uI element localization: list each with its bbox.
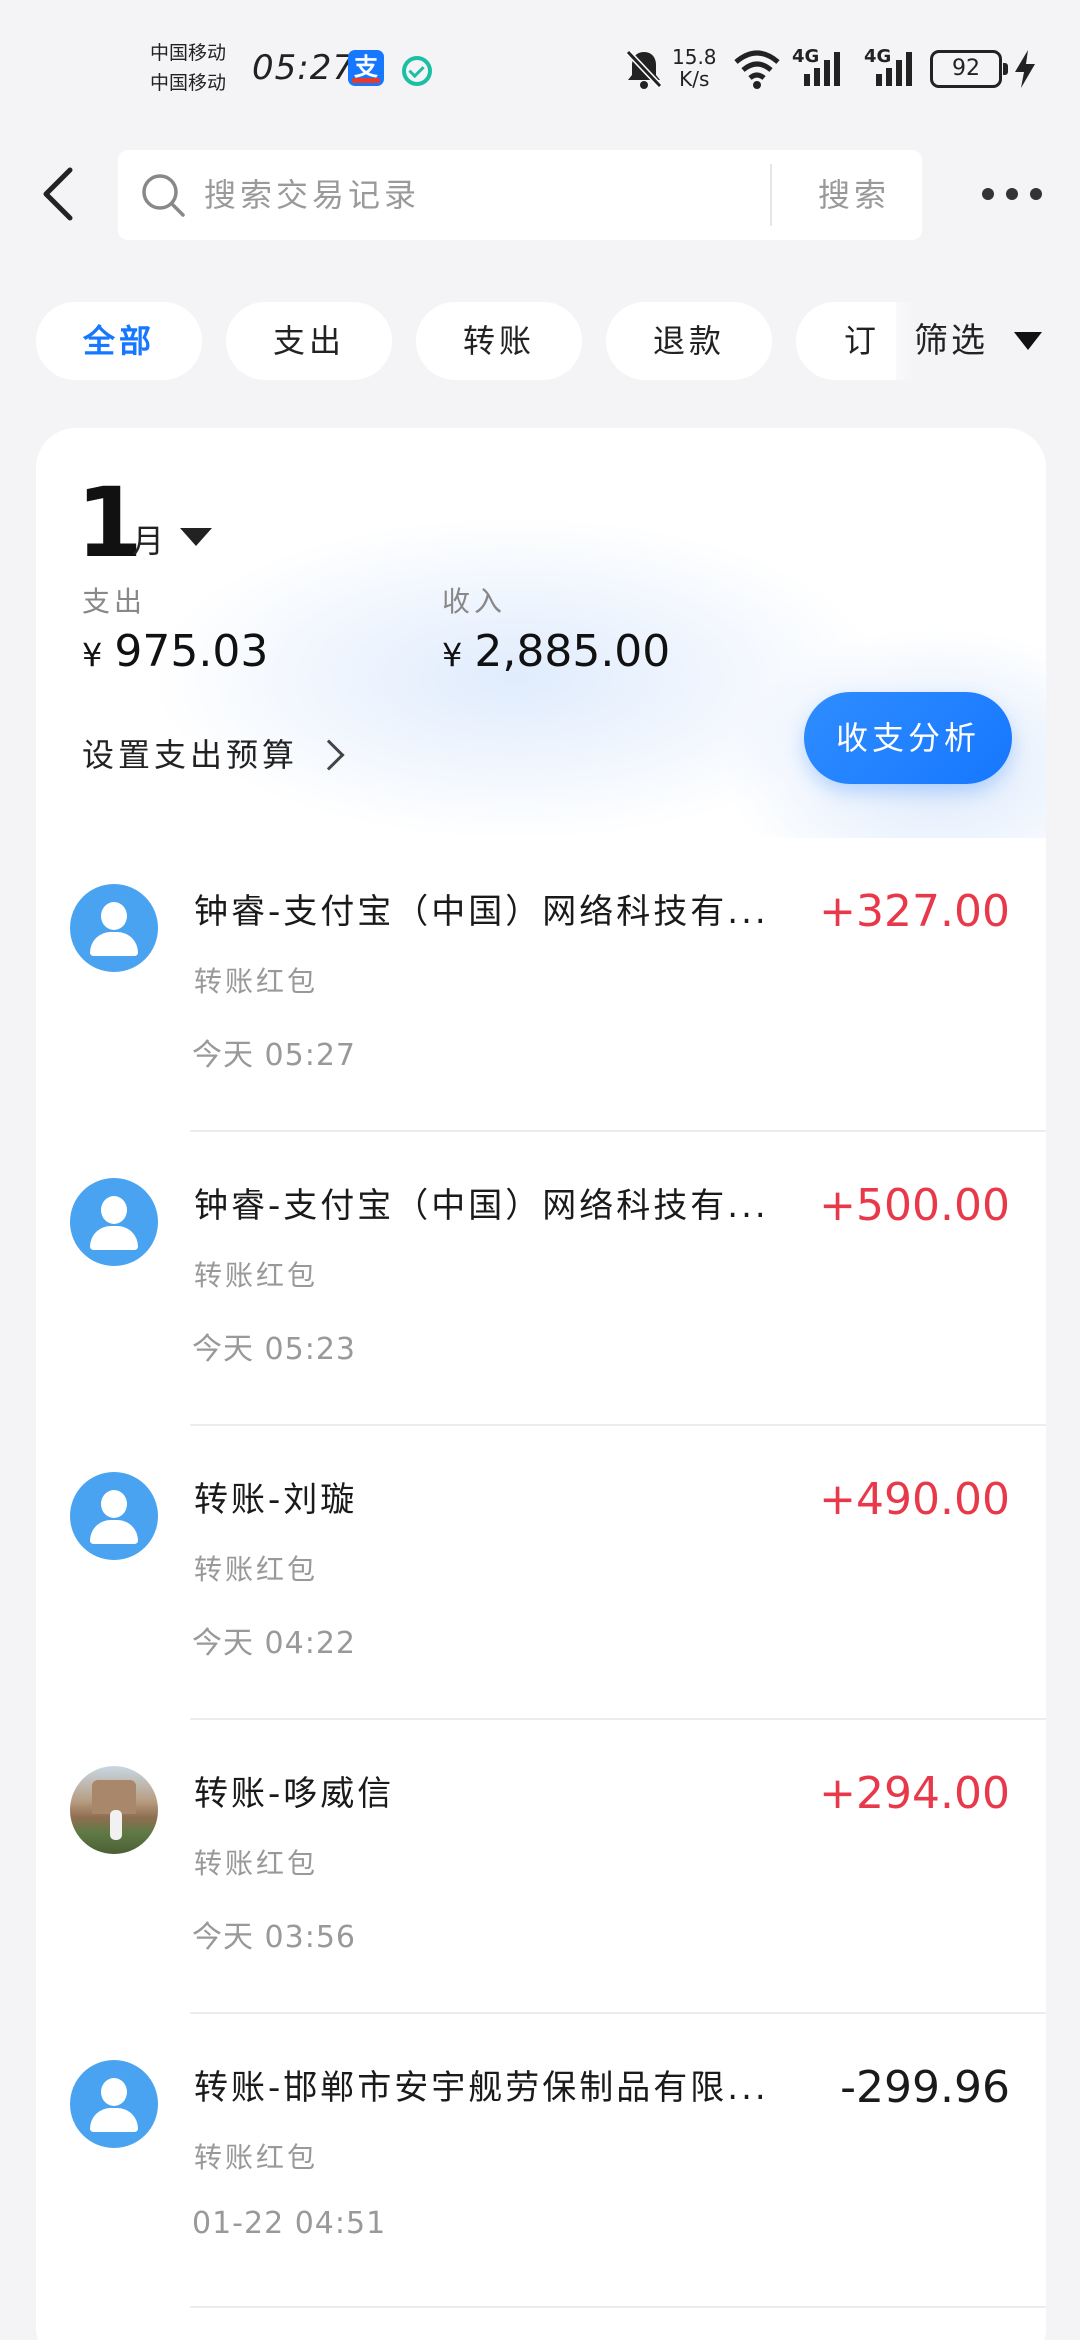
transaction-row[interactable]: 转账-哆威信 +294.00 转账红包 今天 03:56 [36,1720,1046,2014]
mute-bell-icon [625,49,663,89]
net-speed-value: 15.8 [672,45,717,69]
income-currency: ¥ [442,636,463,674]
transaction-amount: +500.00 [819,1180,1010,1231]
transaction-title: 转账-刘璇 [194,1480,358,1520]
transaction-title: 钟睿-支付宝（中国）网络科技有... [194,892,769,932]
back-button[interactable] [32,162,92,226]
charging-icon [1015,50,1035,88]
transaction-time: 今天 05:23 [192,1332,356,1367]
battery-icon: 92 [930,50,1008,88]
alipay-icon: 支 [348,50,384,86]
transaction-title: 转账-邯郸市安宇舰劳保制品有限... [194,2068,769,2108]
verified-check-icon [402,56,432,86]
status-bar: 中国移动 中国移动 05:27 支 15.8 K/s 4G 4G 92 [0,0,1080,140]
income-value: 2,885.00 [474,626,671,677]
month-unit[interactable]: 月 [132,516,164,562]
transaction-list: 钟睿-支付宝（中国）网络科技有... +327.00 转账红包 今天 05:27… [36,838,1046,2308]
transactions-card: 1 月 支出 ¥975.03 收入 ¥2,885.00 设置支出预算 收支分析 … [36,428,1046,2340]
month-summary: 1 月 支出 ¥975.03 收入 ¥2,885.00 设置支出预算 收支分析 [36,428,1046,838]
more-dot-icon [1006,188,1018,200]
search-icon [142,174,185,217]
signal-icon [804,52,840,86]
more-dot-icon [982,188,994,200]
carrier-2-label: 中国移动 [150,72,227,94]
search-box[interactable]: 搜索 [118,150,922,240]
photo-avatar [70,1766,158,1854]
transaction-time: 今天 04:22 [192,1626,356,1661]
transaction-amount: +490.00 [819,1474,1010,1525]
default-avatar-icon [70,884,158,972]
transaction-category: 转账红包 [194,1553,319,1586]
transaction-time: 01-22 04:51 [192,2206,387,2241]
transaction-amount: -299.96 [840,2062,1010,2113]
expense-label: 支出 [82,585,147,618]
net-speed: 15.8 K/s [672,46,717,90]
transaction-category: 转账红包 [194,965,319,998]
more-dot-icon [1030,188,1042,200]
transaction-row[interactable]: 转账-邯郸市安宇舰劳保制品有限... -299.96 转账红包 01-22 04… [36,2014,1046,2308]
dropdown-triangle-icon [1014,332,1042,350]
chip-expense[interactable]: 支出 [226,302,392,380]
transaction-amount: +327.00 [819,886,1010,937]
search-divider [770,164,772,226]
search-button[interactable]: 搜索 [786,150,922,240]
more-options-button[interactable] [976,168,1048,220]
transaction-amount: +294.00 [819,1768,1010,1819]
income-expense-analysis-button[interactable]: 收支分析 [804,692,1012,784]
carrier-labels: 中国移动 中国移动 [150,38,226,98]
income-label: 收入 [442,585,507,618]
chevron-right-icon [313,739,345,771]
filter-button[interactable]: 筛选 [896,302,1080,380]
chip-transfer[interactable]: 转账 [416,302,582,380]
back-arrow-icon [43,167,73,221]
transaction-title: 钟睿-支付宝（中国）网络科技有... [194,1186,769,1226]
carrier-1-label: 中国移动 [150,42,227,64]
status-clock: 05:27 [252,48,355,88]
transaction-row[interactable]: 钟睿-支付宝（中国）网络科技有... +500.00 转账红包 今天 05:23 [36,1132,1046,1426]
signal-icon [876,52,912,86]
transaction-category: 转账红包 [194,1847,319,1880]
transaction-title: 转账-哆威信 [194,1774,395,1814]
default-avatar-icon [70,1178,158,1266]
wifi-icon [734,50,780,89]
transaction-category: 转账红包 [194,1259,319,1292]
transaction-row[interactable]: 钟睿-支付宝（中国）网络科技有... +327.00 转账红包 今天 05:27 [36,838,1046,1132]
income-total: ¥2,885.00 [442,626,670,677]
transaction-time: 今天 03:56 [192,1920,356,1955]
filter-label: 筛选 [914,321,988,361]
search-input[interactable] [204,150,864,240]
default-avatar-icon [70,2060,158,2148]
month-dropdown-icon[interactable] [180,528,212,546]
expense-total: ¥975.03 [82,626,268,677]
transaction-row[interactable]: 转账-刘璇 +490.00 转账红包 今天 04:22 [36,1426,1046,1720]
transaction-time: 今天 05:27 [192,1038,356,1073]
default-avatar-icon [70,1472,158,1560]
net-speed-unit: K/s [679,67,710,91]
expense-value: 975.03 [114,626,269,677]
transaction-category: 转账红包 [194,2141,319,2174]
chip-refund[interactable]: 退款 [606,302,772,380]
set-budget-link[interactable]: 设置支出预算 [82,730,298,780]
chip-all[interactable]: 全部 [36,302,202,380]
expense-currency: ¥ [82,636,103,674]
